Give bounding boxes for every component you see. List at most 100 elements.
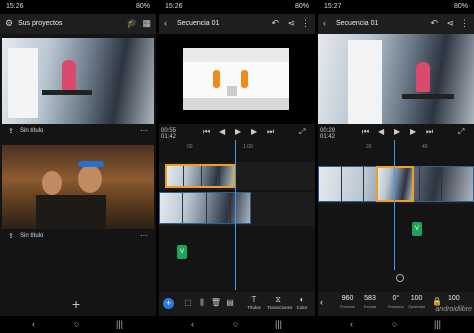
prev-frame-button[interactable]: ◀	[219, 127, 225, 136]
color-tool[interactable]: ◐ Color	[291, 294, 313, 310]
status-battery: 80%	[135, 3, 150, 10]
fullscreen-icon[interactable]: ⤢	[458, 127, 464, 137]
frame-divider	[201, 166, 202, 186]
frame-divider	[441, 167, 442, 201]
frame-divider	[183, 166, 184, 186]
share-icon[interactable]: ⋖	[446, 18, 454, 28]
grid-icon[interactable]: ▦	[142, 18, 151, 28]
undo-icon[interactable]: ↶	[271, 18, 279, 28]
keyboard-shape	[402, 94, 454, 99]
status-battery: 80%	[294, 3, 309, 10]
person-figure	[416, 62, 430, 92]
share-icon[interactable]: ⇪	[8, 127, 14, 135]
playhead[interactable]	[394, 140, 395, 270]
back-icon[interactable]: ‹	[323, 18, 326, 28]
stage-floor	[183, 98, 289, 110]
param-position[interactable]: 960 Posición	[340, 295, 355, 309]
recents-nav-button[interactable]: |||	[275, 319, 282, 329]
video-clip-selected[interactable]	[165, 164, 235, 188]
param-value[interactable]: 100	[448, 295, 460, 302]
audio-clip[interactable]: V	[177, 245, 187, 259]
share-icon[interactable]: ⋖	[287, 18, 295, 28]
transitions-tool[interactable]: ⧖ Transiciones	[267, 294, 292, 310]
total-time: 01:42	[161, 134, 177, 140]
frame-divider	[206, 193, 207, 223]
param-scale[interactable]: 583 Escala	[364, 295, 376, 309]
display-stand	[348, 40, 382, 124]
audio-clip[interactable]: V	[412, 222, 422, 236]
recents-nav-button[interactable]: |||	[116, 319, 123, 329]
gear-icon[interactable]: ⚙	[5, 18, 13, 28]
video-clip[interactable]	[159, 192, 251, 224]
status-time: 15:26	[6, 3, 24, 10]
video-clip-selected[interactable]	[376, 166, 414, 202]
color-icon: ◐	[299, 295, 305, 304]
skip-end-button[interactable]: ⏭	[267, 127, 274, 137]
home-nav-button[interactable]: ○	[392, 319, 397, 329]
skip-start-button[interactable]: ⏮	[362, 127, 369, 137]
recents-nav-button[interactable]: |||	[434, 319, 441, 329]
total-time: 01:42	[320, 134, 336, 140]
layers-icon[interactable]: ▤	[219, 297, 241, 308]
new-project-button[interactable]: +	[72, 296, 80, 312]
frame-divider	[182, 193, 183, 223]
graduation-cap-icon[interactable]: 🎓	[127, 18, 138, 28]
skip-end-button[interactable]: ⏭	[426, 127, 433, 137]
dancer-figure	[241, 70, 248, 88]
editor-toolbar: + ⬚ ⫼ 🗑 ▤ T Títulos ⧖ Transiciones ◐ Color	[159, 292, 315, 316]
more-icon[interactable]: ⋮	[460, 18, 469, 28]
lock-icon[interactable]: 🔒	[432, 297, 442, 306]
ruler-tick-label: 00	[187, 144, 193, 150]
param-rotation[interactable]: 0° Rotación	[388, 295, 404, 309]
next-frame-button[interactable]: ▶	[410, 127, 416, 136]
frame-divider	[419, 167, 420, 201]
page-title: Sus proyectos	[18, 20, 63, 27]
status-bar: 15:26 80%	[159, 0, 315, 14]
title-icon: T	[251, 295, 257, 304]
next-frame-button[interactable]: ▶	[251, 127, 257, 136]
status-battery: 80%	[453, 3, 468, 10]
status-bar: 15:26 80%	[0, 0, 156, 14]
play-button[interactable]: ▶	[235, 127, 241, 136]
video-preview[interactable]	[318, 34, 474, 124]
status-time: 15:27	[324, 3, 342, 10]
back-icon[interactable]: ‹	[164, 18, 167, 28]
editor-transform-screen: 15:27 80% ‹ Secuencia 01 ↶ ⋖ ⋮ 00:29 01:…	[318, 0, 474, 333]
add-media-button[interactable]: +	[163, 298, 174, 309]
titles-tool[interactable]: T Títulos	[243, 294, 265, 310]
project-thumbnail[interactable]	[2, 38, 154, 124]
playhead[interactable]	[235, 140, 236, 290]
home-nav-button[interactable]: ○	[74, 319, 79, 329]
system-nav-bar: ‹ ○ |||	[318, 316, 474, 333]
skip-start-button[interactable]: ⏮	[203, 127, 210, 137]
robot-shape	[227, 86, 237, 96]
back-icon[interactable]: ‹	[320, 297, 323, 307]
play-button[interactable]: ▶	[394, 127, 400, 136]
back-nav-button[interactable]: ‹	[32, 319, 35, 329]
fullscreen-icon[interactable]: ⤢	[299, 127, 305, 137]
stage-backdrop	[183, 48, 289, 62]
frame-divider	[341, 167, 342, 201]
more-icon[interactable]: ···	[140, 231, 148, 240]
editor-header: ‹ Secuencia 01 ↶ ⋖ ⋮	[159, 14, 315, 34]
more-icon[interactable]: ···	[140, 126, 148, 135]
video-preview[interactable]	[183, 48, 289, 110]
ruler-tick-label: 1:00	[243, 144, 253, 150]
display-stand	[8, 48, 38, 118]
more-icon[interactable]: ⋮	[301, 18, 310, 28]
param-opacity[interactable]: 100 Opacidad	[408, 295, 425, 309]
back-nav-button[interactable]: ‹	[191, 319, 194, 329]
playback-controls: 00:29 01:42 ⏮ ◀ ▶ ▶ ⏭ ⤢	[318, 125, 474, 140]
video-track-2	[159, 192, 315, 226]
clothes-shape	[36, 195, 106, 229]
project-card-footer: ⇪ Sin título ···	[0, 229, 156, 243]
prev-frame-button[interactable]: ◀	[378, 127, 384, 136]
back-nav-button[interactable]: ‹	[350, 319, 353, 329]
scrub-handle[interactable]	[396, 274, 404, 282]
project-thumbnail[interactable]	[2, 145, 154, 229]
home-nav-button[interactable]: ○	[233, 319, 238, 329]
share-icon[interactable]: ⇪	[8, 232, 14, 240]
undo-icon[interactable]: ↶	[430, 18, 438, 28]
titles-label: Títulos	[247, 305, 261, 310]
cap-shape	[78, 161, 104, 167]
